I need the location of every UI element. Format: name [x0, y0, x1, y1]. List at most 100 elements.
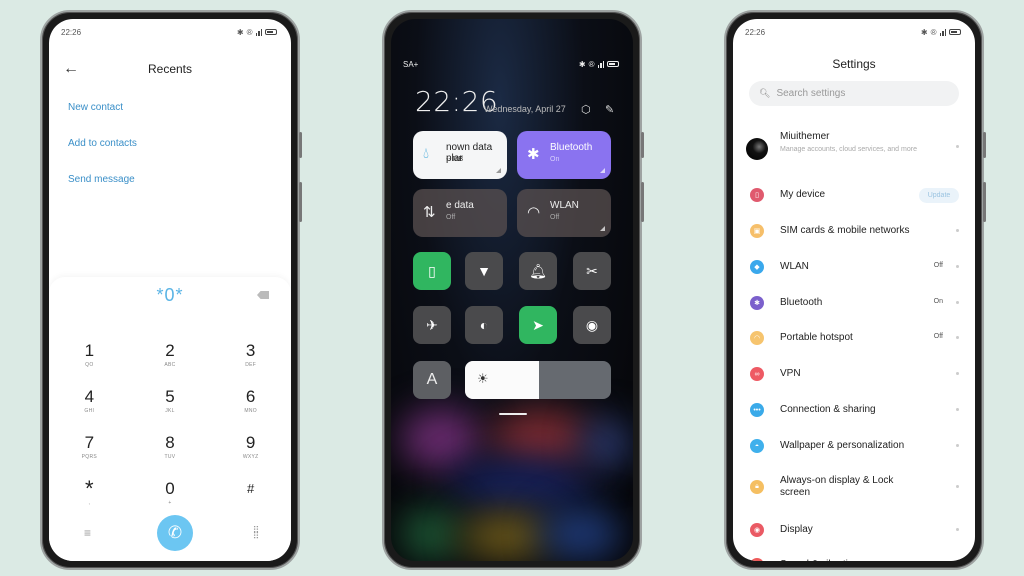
row-label: Wallpaper & personalization — [780, 440, 905, 451]
bluetooth-status-icon: ✱ — [920, 27, 928, 37]
key-digit: 6 — [245, 387, 256, 406]
settings-row-sim-cards-mobile-networks[interactable]: ▣ SIM cards & mobile networks — [733, 223, 975, 239]
screenshot-toggle[interactable]: ✂ — [573, 252, 611, 290]
settings-row-always-on-display-lock-screen[interactable]: 🔒︎ Always-on display & Lock screen — [733, 475, 975, 498]
search-input[interactable] — [776, 88, 927, 99]
battery-icon — [265, 29, 277, 35]
row-label: Always-on display & Lock screen — [780, 475, 894, 498]
key-digit: 7 — [84, 433, 95, 452]
key-9[interactable]: 9 WXYZ — [210, 433, 291, 463]
key-letters: + — [168, 500, 172, 506]
phone-settings: 22:26 ✱ ® Settings 🔍︎ Miuithemer Manage … — [724, 10, 986, 570]
update-badge[interactable]: Update — [919, 187, 959, 203]
bluetooth-tile[interactable]: ✱ Bluetooth On — [517, 131, 611, 179]
airplane-mode-toggle[interactable]: ✈ — [413, 306, 451, 344]
connection-icon: ••• — [750, 403, 764, 417]
tile-title: WLAN — [550, 200, 579, 211]
eye-icon: ◉ — [585, 316, 599, 333]
brightness-slider[interactable]: ☀ — [465, 361, 611, 399]
tile-subtitle: On — [550, 156, 560, 163]
vibrate-toggle[interactable]: ▯ — [413, 252, 451, 290]
volume-button — [641, 132, 644, 158]
status-bar: 22:26 ✱ ® — [745, 25, 961, 39]
settings-row-vpn[interactable]: ∞ VPN — [733, 366, 975, 382]
status-icons: ✱ ® — [237, 28, 277, 37]
key-digit: # — [247, 481, 255, 496]
flashlight-toggle[interactable]: ▼ — [465, 252, 503, 290]
add-to-contacts-link[interactable]: Add to contacts — [68, 138, 137, 149]
tile-subtitle: Off — [446, 214, 456, 221]
date: Wednesday, April 27 — [484, 104, 566, 114]
row-label: WLAN — [780, 261, 809, 272]
settings-row-wlan[interactable]: ◆ WLAN Off — [733, 259, 975, 275]
edit-icon[interactable]: ✎ — [605, 103, 614, 116]
menu-icon[interactable]: ≡ — [84, 526, 91, 540]
row-value: On — [933, 298, 943, 305]
auto-brightness-button[interactable]: A — [413, 361, 451, 399]
location-arrow-icon: ➤ — [532, 316, 544, 333]
settings-row-connection-sharing[interactable]: ••• Connection & sharing — [733, 402, 975, 418]
key-5[interactable]: 5 JKL — [130, 387, 211, 417]
location-toggle[interactable]: ➤ — [519, 306, 557, 344]
tile-subtitle: Off — [550, 214, 560, 221]
key-7[interactable]: 7 PQRS — [49, 433, 130, 463]
settings-row-sound-vibration[interactable]: ◀ Sound & vibration — [733, 557, 975, 561]
search-bar[interactable]: 🔍︎ — [749, 81, 959, 106]
bell-icon: 🔔︎ — [529, 262, 547, 279]
expand-corner-icon — [496, 168, 501, 173]
key-3[interactable]: 3 DEF — [210, 341, 291, 371]
key-6[interactable]: 6 MNO — [210, 387, 291, 417]
my-device-row[interactable]: ▯ My device Update — [733, 187, 975, 203]
status-bar: SA+ ✱ ® — [403, 57, 619, 71]
key-2[interactable]: 2 ABC — [130, 341, 211, 371]
bluetooth-status-icon: ✱ — [236, 27, 244, 37]
dark-mode-toggle[interactable]: ◐ — [465, 306, 503, 344]
back-arrow-icon[interactable]: ← — [63, 57, 79, 81]
account-name: Miuithemer — [780, 131, 830, 142]
expand-corner-icon — [600, 168, 605, 173]
key-hash[interactable]: # — [210, 479, 291, 509]
key-1[interactable]: 1 QO — [49, 341, 130, 371]
settings-row-display[interactable]: ◉ Display — [733, 522, 975, 538]
tile-title: Bluetooth — [550, 142, 593, 153]
call-button[interactable]: ✆ — [157, 515, 193, 551]
key-0[interactable]: 0 + — [130, 479, 211, 509]
signal-icon — [939, 28, 946, 36]
drag-handle[interactable] — [499, 413, 527, 415]
account-row[interactable]: Miuithemer Manage accounts, cloud servic… — [733, 131, 975, 167]
signal-icon — [255, 28, 262, 36]
settings-row-portable-hotspot[interactable]: ◠ Portable hotspot Off — [733, 330, 975, 346]
key-4[interactable]: 4 GHI — [49, 387, 130, 417]
mobile-data-tile[interactable]: ⇅ e data Off — [413, 189, 507, 237]
status-time: 22:26 — [61, 27, 82, 37]
key-digit: 8 — [165, 433, 175, 452]
ring-toggle[interactable]: 🔔︎ — [519, 252, 557, 290]
key-letters: GHI — [84, 408, 95, 414]
key-digit: * — [85, 476, 94, 501]
row-label: My device — [780, 189, 826, 200]
power-button — [299, 182, 302, 222]
settings-row-bluetooth[interactable]: ✱ Bluetooth On — [733, 295, 975, 311]
dialpad-toggle-icon[interactable]: ⠿ ⠿ — [251, 526, 261, 541]
settings-gear-icon[interactable]: ⬡ — [581, 103, 591, 116]
settings-screen: 22:26 ✱ ® Settings 🔍︎ Miuithemer Manage … — [733, 19, 975, 561]
key-8[interactable]: 8 TUV — [130, 433, 211, 463]
chevron-right-icon — [956, 372, 959, 375]
wlan-tile[interactable]: ◠ WLAN Off — [517, 189, 611, 237]
chevron-right-icon — [956, 528, 959, 531]
key-digit: 4 — [84, 387, 95, 406]
new-contact-link[interactable]: New contact — [68, 102, 123, 113]
key-digit: 0 — [165, 479, 175, 498]
key-letters: MNO — [244, 408, 257, 414]
key-digit: 3 — [245, 341, 256, 360]
blur-bg — [401, 409, 481, 469]
reading-mode-toggle[interactable]: ◉ — [573, 306, 611, 344]
tile-subtitle: -- MB — [446, 156, 464, 163]
dialpad: *0* 1 QO 2 ABC 3 DEF 4 GHI 5 JKL 6 MNO 7 PQRS 8… — [49, 277, 291, 561]
send-message-link[interactable]: Send message — [68, 174, 135, 185]
settings-row-wallpaper-personalization[interactable]: ◓ Wallpaper & personalization — [733, 438, 975, 454]
battery-icon — [949, 29, 961, 35]
key-star[interactable]: *, — [49, 476, 130, 509]
phone-control-center: SA+ ✱ ® 22:26 Wednesday, April 27 ⬡ ✎ 💧︎… — [382, 10, 644, 570]
data-plan-tile[interactable]: 💧︎ nown data plar -- MB — [413, 131, 507, 179]
